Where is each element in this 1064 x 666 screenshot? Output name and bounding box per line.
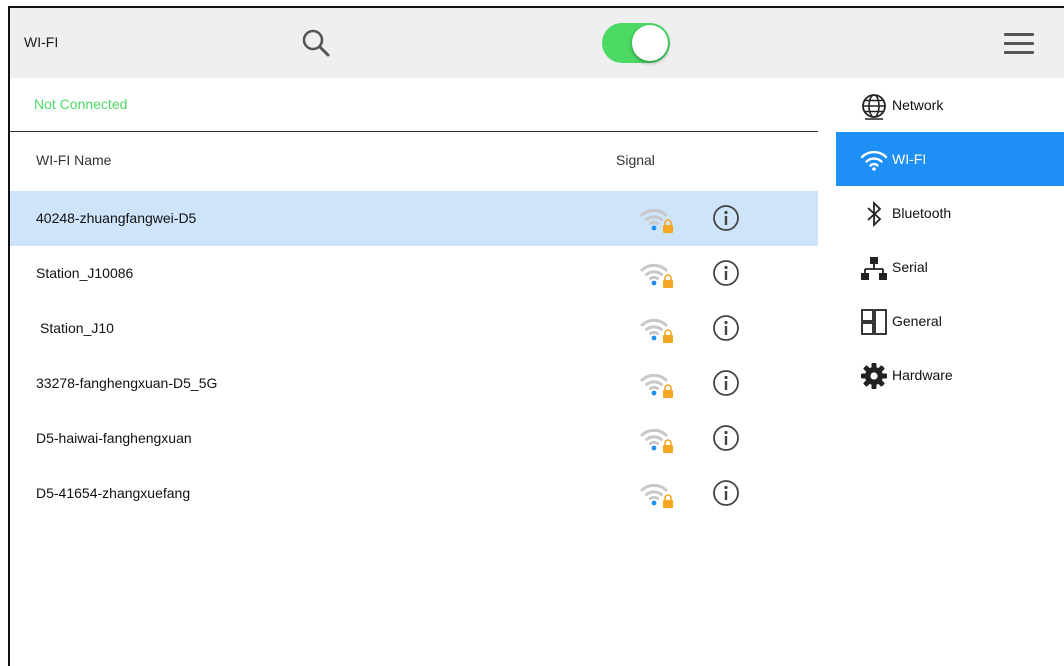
hamburger-menu-icon[interactable] xyxy=(1004,33,1034,55)
info-icon[interactable] xyxy=(712,424,740,452)
wifi-name: Station_J10 xyxy=(40,320,114,336)
sidebar-item-network[interactable]: Network xyxy=(836,78,1064,132)
wifi-toggle[interactable] xyxy=(602,23,670,63)
table-row[interactable]: D5-haiwai-fanghengxuan xyxy=(10,411,818,466)
gear-icon xyxy=(861,363,887,389)
sidebar-item-wifi[interactable]: WI-FI xyxy=(836,132,1064,186)
table-row[interactable]: 40248-zhuangfangwei-D5 xyxy=(10,191,818,246)
wifi-settings-window: WI-FI Not Connected WI-FI Name Signal 40… xyxy=(8,6,1064,666)
info-icon[interactable] xyxy=(712,314,740,342)
sidebar-item-label: WI-FI xyxy=(892,151,927,167)
sidebar-item-hardware[interactable]: Hardware xyxy=(836,348,1064,402)
sidebar-item-serial[interactable]: Serial xyxy=(836,240,1064,294)
wifi-icon xyxy=(860,150,888,171)
sidebar-item-label: Bluetooth xyxy=(892,205,952,221)
info-icon[interactable] xyxy=(712,259,740,287)
connection-status: Not Connected xyxy=(34,96,128,112)
wifi-name: 40248-zhuangfangwei-D5 xyxy=(36,210,197,226)
grid-panels-icon xyxy=(861,309,887,335)
wifi-locked-icon xyxy=(640,208,673,233)
top-bar: WI-FI xyxy=(10,8,1064,78)
info-icon[interactable] xyxy=(712,369,740,397)
wifi-name: Station_J10086 xyxy=(36,265,134,281)
column-header-name: WI-FI Name xyxy=(36,152,112,168)
wifi-name: D5-41654-zhangxuefang xyxy=(36,485,191,501)
sidebar-item-label: Network xyxy=(892,97,944,113)
toggle-knob xyxy=(632,25,668,61)
wifi-locked-icon xyxy=(640,318,673,343)
wifi-locked-icon xyxy=(640,428,673,453)
wifi-name: 33278-fanghengxuan-D5_5G xyxy=(36,375,218,391)
wifi-locked-icon xyxy=(640,483,673,508)
info-icon[interactable] xyxy=(712,204,740,232)
table-row[interactable]: 33278-fanghengxuan-D5_5G xyxy=(10,356,818,411)
sidebar-item-label: Hardware xyxy=(892,367,953,383)
info-icon[interactable] xyxy=(712,479,740,507)
wifi-name: D5-haiwai-fanghengxuan xyxy=(36,430,192,446)
sidebar-item-general[interactable]: General xyxy=(836,294,1064,348)
search-icon[interactable] xyxy=(300,27,332,59)
page-title: WI-FI xyxy=(24,34,59,50)
column-header-signal: Signal xyxy=(616,152,655,168)
serial-network-icon xyxy=(861,257,887,280)
table-row[interactable]: D5-41654-zhangxuefang xyxy=(10,466,818,521)
wifi-locked-icon xyxy=(640,373,673,398)
table-row[interactable]: Station_J10 xyxy=(10,301,818,356)
globe-icon xyxy=(862,94,886,120)
sidebar-item-label: General xyxy=(892,313,942,329)
bluetooth-icon xyxy=(867,200,882,228)
wifi-locked-icon xyxy=(640,263,673,288)
sidebar-item-label: Serial xyxy=(892,259,928,275)
sidebar-item-bluetooth[interactable]: Bluetooth xyxy=(836,186,1064,240)
table-row[interactable]: Station_J10086 xyxy=(10,246,818,301)
table-header: WI-FI Name Signal xyxy=(10,132,818,188)
